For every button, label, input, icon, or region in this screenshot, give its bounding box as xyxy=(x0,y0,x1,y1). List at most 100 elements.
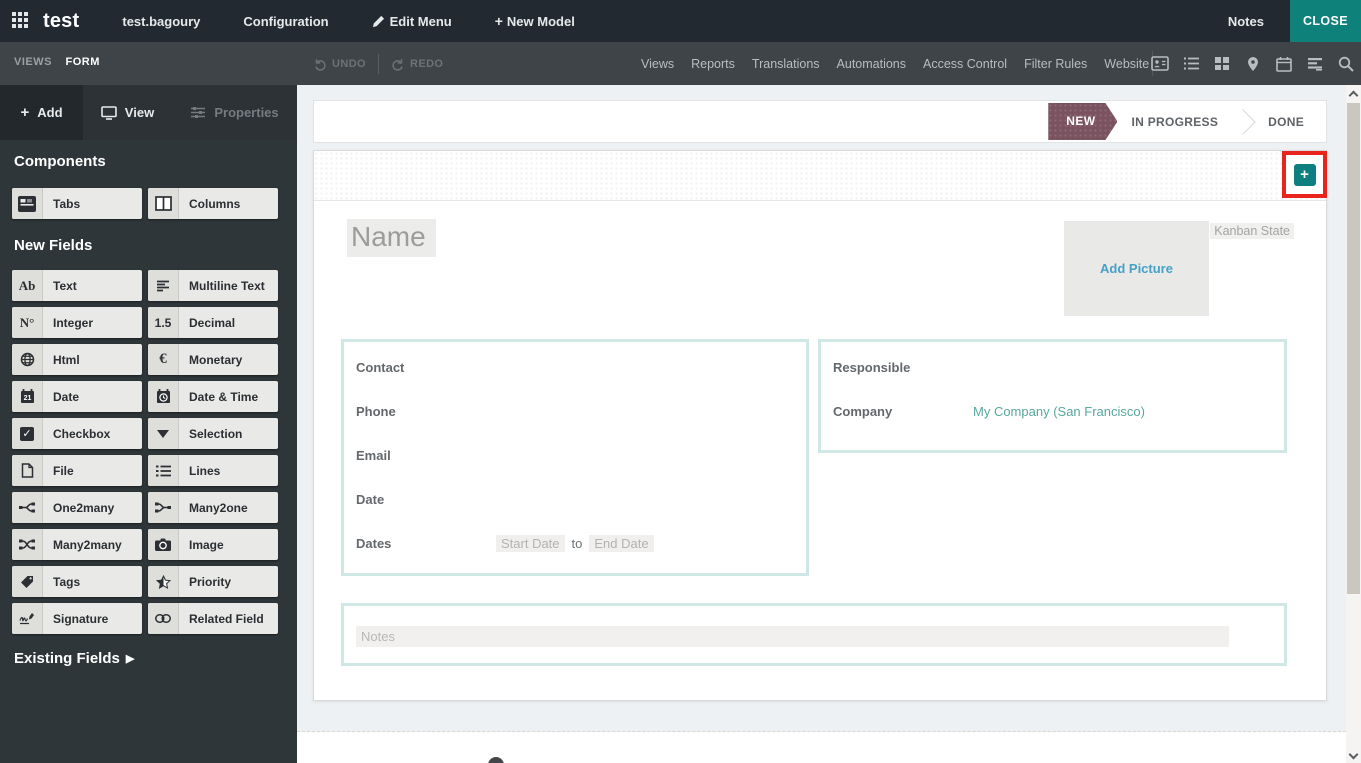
stage-new[interactable]: NEW xyxy=(1048,103,1117,140)
stage-in-progress[interactable]: IN PROGRESS xyxy=(1117,115,1232,129)
dates-to-label: to xyxy=(572,536,583,551)
end-date-placeholder[interactable]: End Date xyxy=(589,535,653,552)
start-date-placeholder[interactable]: Start Date xyxy=(496,535,565,552)
field-button-many2one[interactable]: Many2one xyxy=(148,492,278,523)
field-button-signature[interactable]: Signature xyxy=(12,603,142,634)
menu-configuration[interactable]: Configuration xyxy=(243,14,328,29)
tab-views[interactable]: Views xyxy=(641,57,674,71)
field-button-datetime[interactable]: Date & Time xyxy=(148,381,278,412)
scrollbar-thumb[interactable] xyxy=(1347,103,1360,594)
add-picture-box[interactable]: Add Picture xyxy=(1064,221,1209,316)
kanban-view-icon[interactable] xyxy=(1213,55,1231,73)
studio-sidebar: + Add View Properties Components xyxy=(0,85,297,763)
map-view-icon[interactable] xyxy=(1244,55,1262,73)
columns-icon xyxy=(148,188,179,219)
component-button-columns[interactable]: Columns xyxy=(148,188,278,219)
html-icon xyxy=(12,344,43,375)
field-button-tags[interactable]: Tags xyxy=(12,566,142,597)
field-button-text[interactable]: Ab Text xyxy=(12,270,142,301)
field-row-email[interactable]: Email xyxy=(356,445,496,465)
app-brand[interactable]: test xyxy=(43,10,79,33)
undo-icon xyxy=(313,57,327,71)
component-button-tabs[interactable]: Tabs xyxy=(12,188,142,219)
company-value-link[interactable]: My Company (San Francisco) xyxy=(973,404,1145,419)
stage-done[interactable]: DONE xyxy=(1254,115,1318,129)
edit-menu-button[interactable]: Edit Menu xyxy=(372,14,452,29)
search-icon[interactable] xyxy=(1337,55,1355,73)
field-button-integer[interactable]: N° Integer xyxy=(12,307,142,338)
group-left: Contact Phone Email Date Dates Start Dat… xyxy=(341,339,809,576)
studio-editor-screen: test test.bagoury Configuration Edit Men… xyxy=(0,0,1361,763)
field-button-selection[interactable]: Selection xyxy=(148,418,278,449)
field-button-one2many[interactable]: One2many xyxy=(12,492,142,523)
svg-text:21: 21 xyxy=(23,395,31,402)
integer-icon: N° xyxy=(12,307,43,338)
kanban-state-field[interactable]: Kanban State xyxy=(1210,223,1294,239)
tab-translations[interactable]: Translations xyxy=(752,57,820,71)
group-notes: Notes xyxy=(341,603,1287,666)
new-fields-heading: New Fields xyxy=(14,237,92,254)
field-button-priority[interactable]: Priority xyxy=(148,566,278,597)
plus-icon: + xyxy=(495,13,503,29)
field-button-html[interactable]: Html xyxy=(12,344,142,375)
undo-button[interactable]: UNDO xyxy=(313,57,366,71)
tab-website[interactable]: Website xyxy=(1104,57,1149,71)
button-box: + xyxy=(314,151,1326,201)
one2many-icon xyxy=(12,492,43,523)
notes-button[interactable]: Notes xyxy=(1228,14,1264,29)
view-type-icons xyxy=(1151,42,1355,85)
field-row-responsible[interactable]: Responsible xyxy=(833,357,973,377)
sidebar-tab-add[interactable]: + Add xyxy=(0,85,83,140)
field-row-date[interactable]: Date xyxy=(356,489,496,509)
notes-field-placeholder[interactable]: Notes xyxy=(356,626,1229,647)
scroll-down-icon[interactable] xyxy=(1349,750,1359,760)
field-button-decimal[interactable]: 1.5 Decimal xyxy=(148,307,278,338)
studio-tab-bar: Views Reports Translations Automations A… xyxy=(641,42,1149,85)
field-button-date[interactable]: 21 Date xyxy=(12,381,142,412)
sidebar-tab-properties[interactable]: Properties xyxy=(172,85,297,140)
tab-reports[interactable]: Reports xyxy=(691,57,735,71)
list-view-icon[interactable] xyxy=(1182,55,1200,73)
field-button-file[interactable]: File xyxy=(12,455,142,486)
name-field-placeholder[interactable]: Name xyxy=(347,219,436,257)
breadcrumb-views[interactable]: VIEWS xyxy=(14,56,52,68)
existing-fields-toggle[interactable]: Existing Fields▶ xyxy=(14,650,134,667)
field-button-checkbox[interactable]: ✓ Checkbox xyxy=(12,418,142,449)
decimal-icon: 1.5 xyxy=(148,307,179,338)
field-button-multiline-text[interactable]: Multiline Text xyxy=(148,270,278,301)
field-row-contact[interactable]: Contact xyxy=(356,357,496,377)
highlight-box: + xyxy=(1282,151,1327,198)
apps-grid-icon[interactable] xyxy=(12,12,30,30)
calendar-view-icon[interactable] xyxy=(1275,55,1293,73)
field-row-phone[interactable]: Phone xyxy=(356,401,496,421)
close-button[interactable]: CLOSE xyxy=(1290,0,1361,42)
field-button-monetary[interactable]: € Monetary xyxy=(148,344,278,375)
redo-button[interactable]: REDO xyxy=(391,57,443,71)
new-model-button[interactable]: +New Model xyxy=(495,13,575,29)
related-icon xyxy=(148,603,179,634)
gantt-view-icon[interactable] xyxy=(1306,55,1324,73)
contacts-view-icon[interactable] xyxy=(1151,55,1169,73)
vertical-scrollbar[interactable] xyxy=(1346,85,1361,763)
sliders-icon xyxy=(190,106,206,119)
tab-automations[interactable]: Automations xyxy=(837,57,906,71)
statusbar: NEW IN PROGRESS DONE xyxy=(313,100,1327,143)
plus-icon: + xyxy=(20,104,29,121)
form-editor-canvas: NEW IN PROGRESS DONE + Name Add Picture … xyxy=(297,85,1346,763)
sidebar-tab-view[interactable]: View xyxy=(83,85,172,140)
field-row-company[interactable]: Company My Company (San Francisco) xyxy=(833,401,1145,421)
add-button-button[interactable]: + xyxy=(1294,164,1316,186)
tab-filter-rules[interactable]: Filter Rules xyxy=(1024,57,1087,71)
field-button-related-field[interactable]: Related Field xyxy=(148,603,278,634)
field-button-many2many[interactable]: Many2many xyxy=(12,529,142,560)
field-button-lines[interactable]: Lines xyxy=(148,455,278,486)
tab-access-control[interactable]: Access Control xyxy=(923,57,1007,71)
group-right: Responsible Company My Company (San Fran… xyxy=(818,339,1287,453)
scroll-up-icon[interactable] xyxy=(1349,91,1359,101)
datetime-icon xyxy=(148,381,179,412)
pencil-icon xyxy=(372,15,385,28)
field-button-image[interactable]: Image xyxy=(148,529,278,560)
menu-model[interactable]: test.bagoury xyxy=(122,14,200,29)
field-row-dates[interactable]: Dates Start Date to End Date xyxy=(356,533,654,553)
many2many-icon xyxy=(12,529,43,560)
